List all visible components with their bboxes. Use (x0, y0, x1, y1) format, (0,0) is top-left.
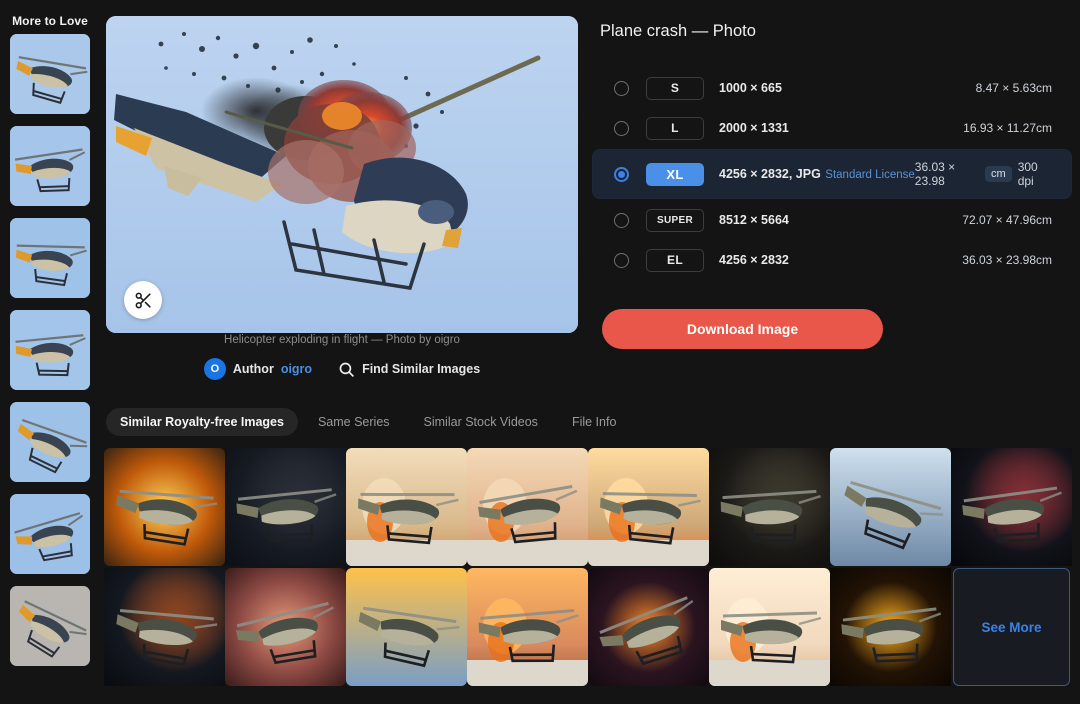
hero-artwork (106, 16, 578, 333)
similar-image-thumb[interactable] (225, 448, 346, 566)
similar-image-thumb[interactable] (467, 448, 588, 566)
avatar: O (203, 358, 226, 380)
author-link[interactable]: O Author oigro (203, 358, 312, 380)
similar-image-thumb[interactable] (830, 568, 951, 686)
sidebar-title: More to Love (12, 14, 88, 28)
license-label[interactable]: Standard License (825, 169, 915, 181)
pixel-dimensions: 4256 × 2832 (719, 253, 789, 267)
similar-image-thumb[interactable] (104, 568, 225, 686)
size-badge-super: SUPER (646, 208, 704, 232)
size-radio-super[interactable] (614, 212, 629, 228)
physical-size: 36.03 × 23.98 (914, 160, 956, 188)
physical-dimensions: 36.03 × 23.98cm (962, 253, 1058, 267)
size-dimensions: 1000 × 665 (719, 79, 782, 97)
pixel-dimensions: 8512 × 5664 (719, 213, 789, 227)
similar-image-thumb[interactable] (588, 568, 709, 686)
similar-images-grid: See More (104, 448, 1080, 692)
similar-image-thumb[interactable] (346, 448, 467, 566)
pixel-dimensions: 1000 × 665 (719, 81, 782, 95)
size-radio-l[interactable] (614, 120, 629, 136)
download-image-button[interactable]: Download Image (602, 309, 883, 349)
physical-dimensions: 36.03 × 23.98 cm 300 dpi (915, 160, 1058, 188)
image-meta-row: O Author oigro Find Similar Images (106, 358, 578, 380)
similar-image-thumb[interactable] (830, 448, 951, 566)
dpi-value: 300 dpi (1017, 160, 1038, 188)
sidebar-thumb-list (0, 34, 100, 666)
content-tabs: Similar Royalty-free Images Same Series Si… (106, 408, 630, 436)
size-badge-l: L (646, 116, 704, 140)
image-caption: Helicopter exploding in flight — Photo b… (224, 334, 460, 346)
unit-toggle[interactable]: cm (985, 166, 1012, 182)
sidebar-thumb[interactable] (10, 586, 90, 666)
see-more-label: See More (981, 619, 1042, 635)
purchase-panel: Plane crash — Photo S 1000 × 665 8.47 × … (592, 16, 1072, 349)
author-label: Author (232, 362, 274, 376)
tab-similar-royalty-free-images[interactable]: Similar Royalty-free Images (106, 408, 298, 436)
size-badge-s: S (646, 76, 704, 100)
similar-image-thumb[interactable] (709, 448, 830, 566)
sidebar-thumb[interactable] (10, 402, 90, 482)
size-option-s[interactable]: S 1000 × 665 8.47 × 5.63cm (592, 69, 1072, 107)
pixel-dimensions: 4256 × 2832, JPG (719, 167, 821, 181)
find-similar-label: Find Similar Images (362, 362, 481, 376)
physical-size: 72.07 × 47.96cm (962, 213, 1052, 227)
page-title: Plane crash — Photo (600, 22, 756, 40)
tab-similar-stock-videos[interactable]: Similar Stock Videos (410, 408, 552, 436)
search-icon (339, 362, 354, 377)
tab-file-info[interactable]: File Info (558, 408, 630, 436)
crop-button[interactable] (124, 281, 162, 319)
tab-same-series[interactable]: Same Series (304, 408, 404, 436)
similar-image-thumb[interactable] (709, 568, 830, 686)
size-radio-el[interactable] (614, 252, 629, 268)
size-option-list: S 1000 × 665 8.47 × 5.63cm L 2000 × 1331… (592, 69, 1072, 279)
sidebar-thumb[interactable] (10, 34, 90, 114)
size-radio-xl[interactable] (614, 166, 629, 182)
size-dimensions: 4256 × 2832, JPG Standard License (719, 165, 915, 183)
sidebar-thumb[interactable] (10, 494, 90, 574)
size-option-xl[interactable]: XL 4256 × 2832, JPG Standard License 36.… (592, 149, 1072, 199)
physical-size: 36.03 × 23.98cm (962, 253, 1052, 267)
similar-image-thumb[interactable] (588, 448, 709, 566)
similar-image-thumb[interactable] (225, 568, 346, 686)
size-radio-s[interactable] (614, 80, 629, 96)
size-dimensions: 2000 × 1331 (719, 119, 789, 137)
similar-image-thumb[interactable] (951, 448, 1072, 566)
size-option-el[interactable]: EL 4256 × 2832 36.03 × 23.98cm (592, 241, 1072, 279)
size-badge-el: EL (646, 248, 704, 272)
sidebar-thumb[interactable] (10, 218, 90, 298)
similar-image-thumb[interactable] (467, 568, 588, 686)
main-image[interactable] (106, 16, 578, 333)
image-detail-page: More to Love Helicopter exploding in fli… (0, 0, 1080, 704)
more-to-love-sidebar: More to Love (0, 0, 100, 704)
physical-dimensions: 8.47 × 5.63cm (976, 81, 1058, 95)
author-name[interactable]: oigro (281, 362, 312, 376)
size-option-l[interactable]: L 2000 × 1331 16.93 × 11.27cm (592, 109, 1072, 147)
size-dimensions: 8512 × 5664 (719, 211, 789, 229)
pixel-dimensions: 2000 × 1331 (719, 121, 789, 135)
physical-size: 8.47 × 5.63cm (975, 81, 1052, 95)
size-dimensions: 4256 × 2832 (719, 251, 789, 269)
size-badge-xl: XL (646, 162, 704, 186)
size-option-super[interactable]: SUPER 8512 × 5664 72.07 × 47.96cm (592, 201, 1072, 239)
physical-dimensions: 72.07 × 47.96cm (962, 213, 1058, 227)
sidebar-thumb[interactable] (10, 126, 90, 206)
sidebar-thumb[interactable] (10, 310, 90, 390)
physical-dimensions: 16.93 × 11.27cm (963, 121, 1058, 135)
similar-image-thumb[interactable] (104, 448, 225, 566)
find-similar-images-button[interactable]: Find Similar Images (338, 361, 480, 378)
see-more-button[interactable]: See More (953, 568, 1070, 686)
physical-size: 16.93 × 11.27cm (963, 121, 1052, 135)
similar-image-thumb[interactable] (346, 568, 467, 686)
scissors-icon (135, 292, 151, 308)
